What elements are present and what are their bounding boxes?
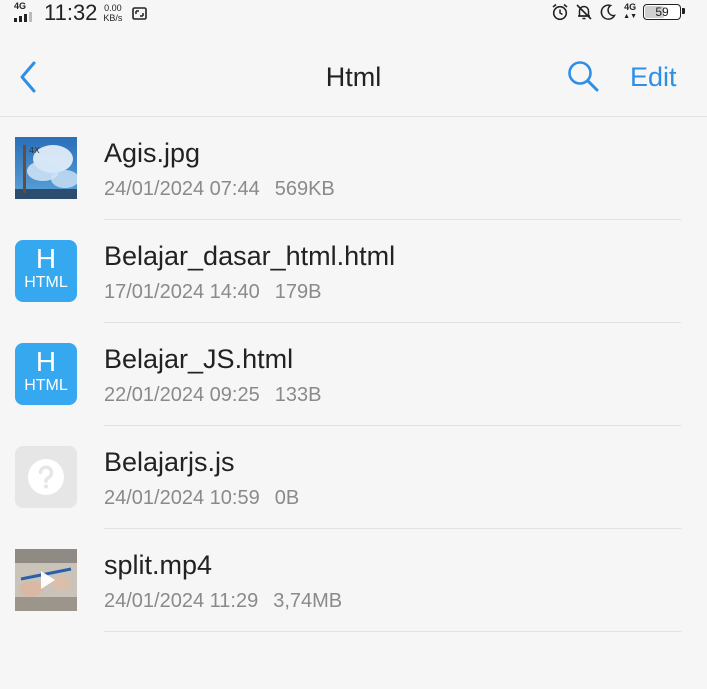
screenshot-icon	[132, 7, 148, 20]
file-name: split.mp4	[104, 550, 213, 580]
file-name: Belajarjs.js	[104, 447, 235, 477]
file-name: Agis.jpg	[104, 138, 201, 168]
file-list: 4X Agis.jpg 24/01/2024 07:44 569KB H HTML…	[0, 117, 707, 632]
network-type: 4G	[14, 1, 27, 11]
battery-level: 59	[655, 5, 669, 19]
file-name: Belajar_JS.html	[104, 344, 294, 374]
page-title: Html	[325, 62, 382, 92]
html-icon-label: HTML	[24, 377, 68, 394]
speed-value: 0.00	[104, 3, 122, 13]
file-size: 3,74MB	[273, 590, 343, 612]
html-file-icon: H HTML	[15, 240, 77, 302]
speed-unit: KB/s	[103, 13, 123, 23]
file-date: 22/01/2024 09:25	[104, 384, 260, 406]
svg-text:4X: 4X	[29, 146, 40, 155]
image-thumbnail: 4X	[15, 137, 77, 199]
network-4g-icon: 4G ▲▼	[623, 2, 637, 21]
file-date: 24/01/2024 07:44	[104, 178, 260, 200]
network-speed: 0.00 KB/s	[103, 3, 122, 23]
app-header: Html Edit	[0, 40, 707, 117]
html-icon-label: HTML	[24, 274, 68, 291]
file-item-belajarjs-js[interactable]: Belajarjs.js 24/01/2024 10:59 0B	[0, 426, 707, 529]
file-item-belajar-dasar-html[interactable]: H HTML Belajar_dasar_html.html 17/01/202…	[0, 220, 707, 323]
html-file-icon: H HTML	[15, 343, 77, 405]
question-mark-icon	[28, 459, 64, 495]
alarm-icon	[552, 3, 568, 21]
battery-icon: 59	[643, 4, 685, 20]
file-date: 24/01/2024 10:59	[104, 487, 260, 509]
html-icon-letter: H	[35, 346, 57, 377]
file-size: 0B	[274, 487, 300, 509]
edit-button[interactable]: Edit	[630, 62, 677, 93]
file-meta: 22/01/2024 09:25 133B	[104, 384, 321, 407]
file-item-belajar-js-html[interactable]: H HTML Belajar_JS.html 22/01/2024 09:25 1…	[0, 323, 707, 426]
signal-icon: 4G	[14, 1, 38, 24]
file-item-agis-jpg[interactable]: 4X Agis.jpg 24/01/2024 07:44 569KB	[0, 117, 707, 220]
file-size: 569KB	[274, 178, 335, 200]
file-meta: 24/01/2024 11:29 3,74MB	[104, 590, 342, 613]
file-name: Belajar_dasar_html.html	[104, 241, 396, 271]
divider	[104, 631, 681, 632]
file-size: 133B	[274, 384, 322, 406]
html-icon-letter: H	[35, 243, 57, 274]
file-date: 17/01/2024 14:40	[104, 281, 260, 303]
moon-icon	[600, 4, 617, 20]
file-size: 179B	[274, 281, 322, 303]
status-bar: 4G 11:32 0.00 KB/s 4G ▲▼ 59	[0, 0, 707, 30]
file-meta: 17/01/2024 14:40 179B	[104, 281, 321, 304]
file-item-split-mp4[interactable]: split.mp4 24/01/2024 11:29 3,74MB	[0, 529, 707, 632]
network2-type: 4G	[624, 2, 637, 12]
search-icon[interactable]	[566, 59, 600, 93]
bell-off-icon	[576, 4, 592, 20]
file-date: 24/01/2024 11:29	[104, 590, 259, 612]
file-meta: 24/01/2024 10:59 0B	[104, 487, 299, 510]
unknown-file-icon	[15, 446, 77, 508]
file-meta: 24/01/2024 07:44 569KB	[104, 178, 335, 201]
status-time: 11:32	[44, 0, 98, 25]
video-thumbnail	[15, 549, 77, 611]
